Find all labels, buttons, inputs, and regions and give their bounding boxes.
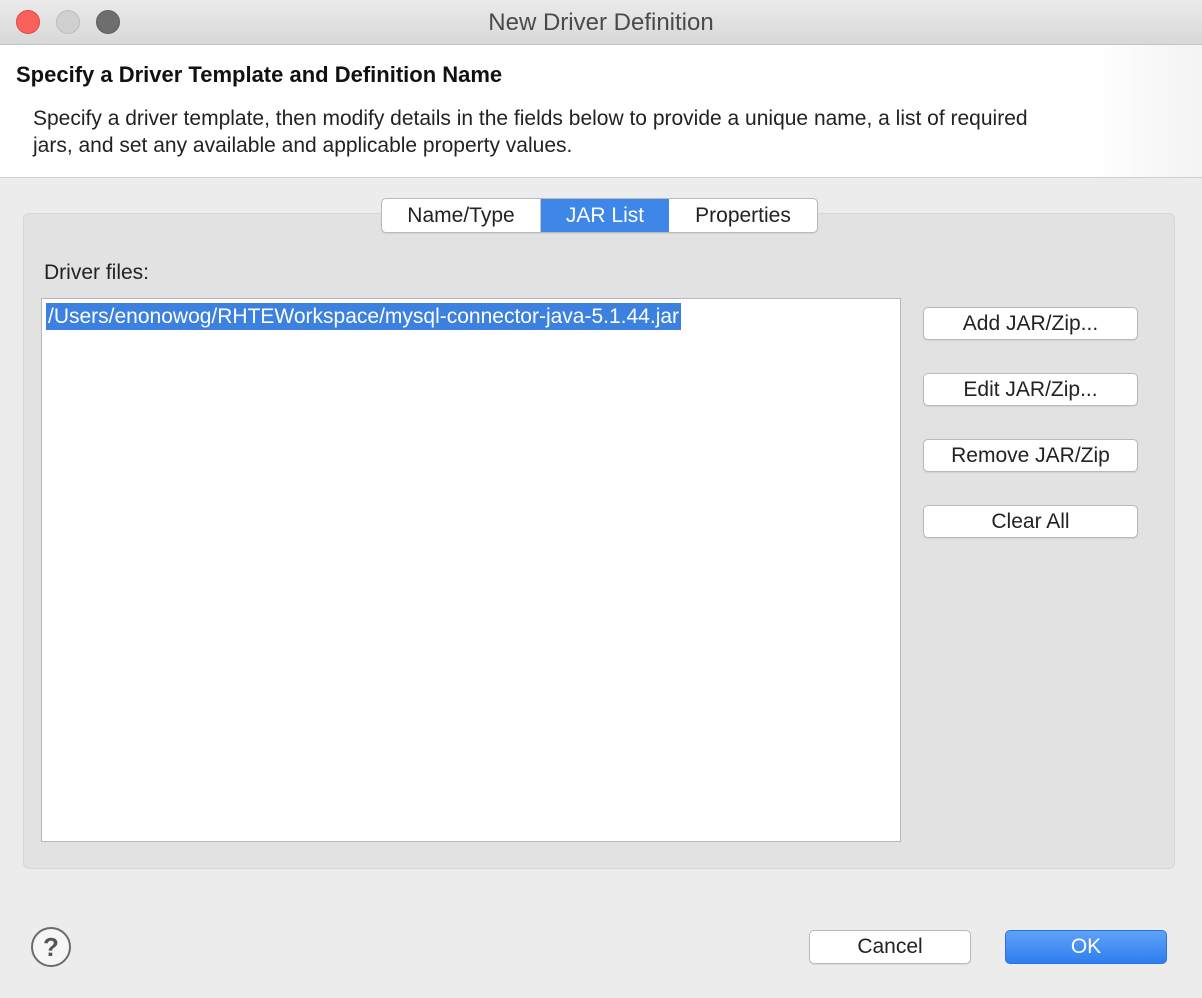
driver-files-label: Driver files: [44,261,150,284]
header-banner-graphic [1092,45,1202,177]
tab-name-type[interactable]: Name/Type [382,199,541,232]
tab-properties[interactable]: Properties [669,199,817,232]
driver-files-list[interactable]: /Users/enonowog/RHTEWorkspace/mysql-conn… [41,298,901,842]
remove-jar-button[interactable]: Remove JAR/Zip [923,439,1138,472]
ok-button[interactable]: OK [1005,930,1167,964]
help-icon[interactable]: ? [31,927,71,967]
window-title: New Driver Definition [488,9,714,36]
window-titlebar: New Driver Definition [0,0,1202,45]
tab-bar: Name/Type JAR List Properties [381,198,818,233]
tab-jar-list[interactable]: JAR List [541,199,669,232]
wizard-header: Specify a Driver Template and Definition… [0,45,1202,178]
edit-jar-button[interactable]: Edit JAR/Zip... [923,373,1138,406]
header-description: Specify a driver template, then modify d… [33,107,1028,157]
header-title: Specify a Driver Template and Definition… [16,62,503,87]
clear-all-button[interactable]: Clear All [923,505,1138,538]
add-jar-button[interactable]: Add JAR/Zip... [923,307,1138,340]
list-item[interactable]: /Users/enonowog/RHTEWorkspace/mysql-conn… [46,303,682,330]
cancel-button[interactable]: Cancel [809,930,971,964]
